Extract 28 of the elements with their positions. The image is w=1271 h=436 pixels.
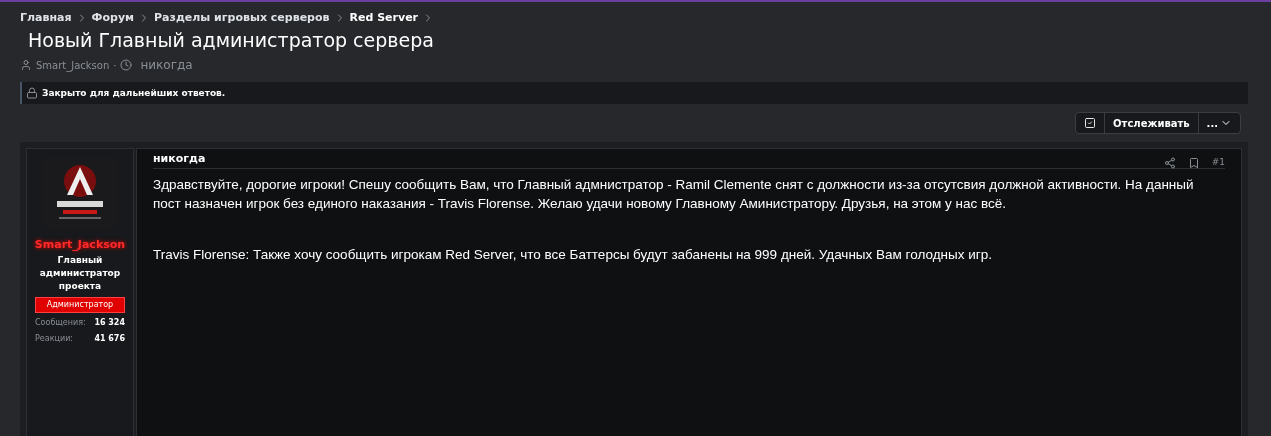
stat-label: Сообщения:: [35, 316, 86, 329]
breadcrumb-link[interactable]: Разделы игровых серверов: [154, 10, 330, 27]
more-button[interactable]: ...: [1198, 113, 1240, 134]
breadcrumb-link[interactable]: Форум: [91, 10, 135, 27]
author-link[interactable]: Smart_Jackson: [36, 57, 110, 73]
checkbox-icon: [1084, 117, 1097, 130]
role-banner: Администратор: [35, 296, 125, 313]
thread-date: никогда: [140, 57, 193, 75]
separator-dot: ·: [113, 58, 117, 73]
bookmark-icon[interactable]: [1187, 156, 1200, 169]
username[interactable]: Smart_Jackson: [34, 237, 126, 254]
clock-icon: [120, 59, 133, 72]
post-paragraph: Здравствуйте, дорогие игроки! Спешу сообщить Вам, что Главный адмнистратор - Ramil Clemente снят с должности из-за отсутсвия должной активности. На данный пост назначен игрок без единого наказания - Travis Florense. Желаю удачи новому Главному Аминистратору. Друзья, на этом у нас всё.: [153, 176, 1195, 214]
share-icon[interactable]: [1163, 156, 1176, 169]
stat-label: Реакции:: [35, 332, 74, 345]
user-title: Главный администратор проекта: [38, 253, 122, 293]
stat-value: 41 676: [94, 332, 125, 345]
notice-text: Закрыто для дальнейших ответов.: [42, 86, 226, 100]
lock-icon: [26, 87, 38, 100]
watch-button[interactable]: Отслеживать: [1105, 113, 1199, 134]
breadcrumb-link[interactable]: Главная: [20, 10, 72, 27]
thread-title: Новый Главный администратор сервера: [28, 28, 435, 53]
post-number[interactable]: #1: [1211, 156, 1225, 170]
breadcrumb-link[interactable]: Red Server: [349, 10, 418, 27]
stat-value: 16 324: [94, 316, 125, 329]
user-icon: [20, 59, 32, 72]
post-paragraph: Travis Florense: Также хочу сообщить игрокам Red Server, что все Баттерсы будут забанены на 999 дней. Удачных Вам голодных игр.: [153, 246, 993, 265]
post-date: никогда: [153, 150, 206, 167]
